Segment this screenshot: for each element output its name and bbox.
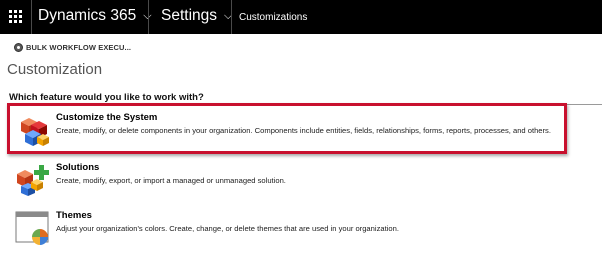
settings-label: Settings xyxy=(161,7,218,24)
bulk-workflow-button[interactable]: BULK WORKFLOW EXECU... xyxy=(14,41,131,53)
feature-description: Create, modify, or delete components in … xyxy=(56,126,551,135)
bulk-workflow-label: BULK WORKFLOW EXECU... xyxy=(26,42,132,52)
feature-description: Adjust your organization's colors. Creat… xyxy=(56,224,399,233)
settings-menu[interactable]: Settings ⌵ xyxy=(161,7,232,25)
nav-divider xyxy=(31,0,32,34)
top-nav-bar: Dynamics 365⌵ Settings⌵ Customizations xyxy=(0,0,602,34)
nav-divider xyxy=(148,0,149,34)
page-title: Customization xyxy=(7,61,103,78)
themes-icon xyxy=(15,211,49,245)
app-launcher-button[interactable] xyxy=(0,0,31,34)
solutions-icon xyxy=(17,165,49,196)
breadcrumb-customizations[interactable]: Customizations xyxy=(239,12,307,23)
app-title-menu[interactable]: Dynamics 365⌵ xyxy=(38,7,152,25)
workflow-icon xyxy=(14,42,23,52)
feature-themes[interactable]: Themes Adjust your organization's colors… xyxy=(15,210,595,250)
divider xyxy=(8,104,602,105)
feature-customize-system[interactable]: Customize the System Create, modify, or … xyxy=(15,112,595,152)
feature-title: Customize the System xyxy=(56,112,158,123)
nav-divider xyxy=(231,0,232,34)
customize-system-icon xyxy=(21,118,49,146)
command-bar: BULK WORKFLOW EXECU... xyxy=(0,34,602,58)
app-title-label: Dynamics 365 xyxy=(38,7,137,24)
feature-title: Themes xyxy=(56,210,92,221)
feature-solutions[interactable]: Solutions Create, modify, export, or imp… xyxy=(15,162,595,202)
waffle-icon xyxy=(9,10,22,23)
feature-question: Which feature would you like to work wit… xyxy=(9,92,204,103)
feature-description: Create, modify, export, or import a mana… xyxy=(56,176,286,185)
feature-title: Solutions xyxy=(56,162,100,173)
